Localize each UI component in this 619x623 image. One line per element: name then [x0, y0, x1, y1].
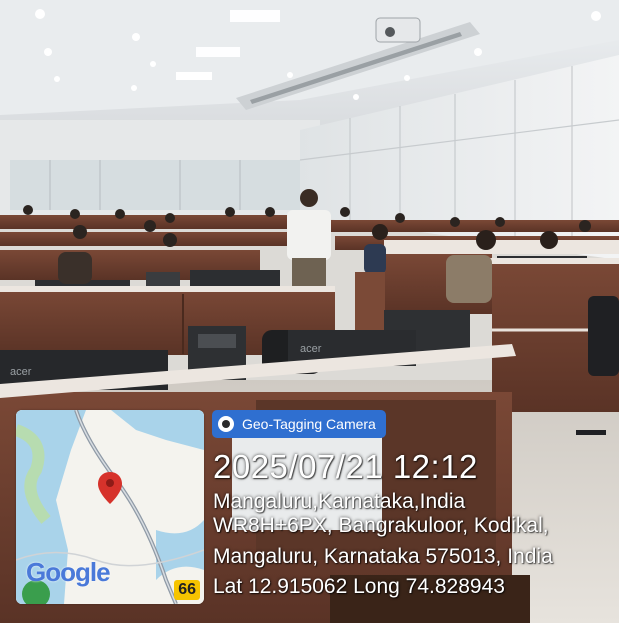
location-plus-code: WR8H+6PX, Bangrakuloor, Kodikal,	[213, 514, 549, 537]
google-logo: Google	[26, 557, 111, 587]
camera-icon	[218, 416, 234, 432]
location-address: Mangaluru, Karnataka 575013, India	[213, 545, 553, 568]
route-badge: 66	[174, 580, 200, 600]
app-name: Geo-Tagging Camera	[242, 416, 376, 432]
svg-text:acer: acer	[300, 343, 322, 355]
svg-text:acer: acer	[10, 366, 32, 378]
geo-tagging-badge: Geo-Tagging Camera	[212, 410, 386, 438]
location-city: Mangaluru,Karnataka,India	[213, 490, 466, 513]
datetime-stamp: 2025/07/21 12:12	[213, 448, 478, 485]
coordinates: Lat 12.915062 Long 74.828943	[213, 575, 505, 598]
location-map[interactable]: Google 66	[16, 410, 204, 604]
